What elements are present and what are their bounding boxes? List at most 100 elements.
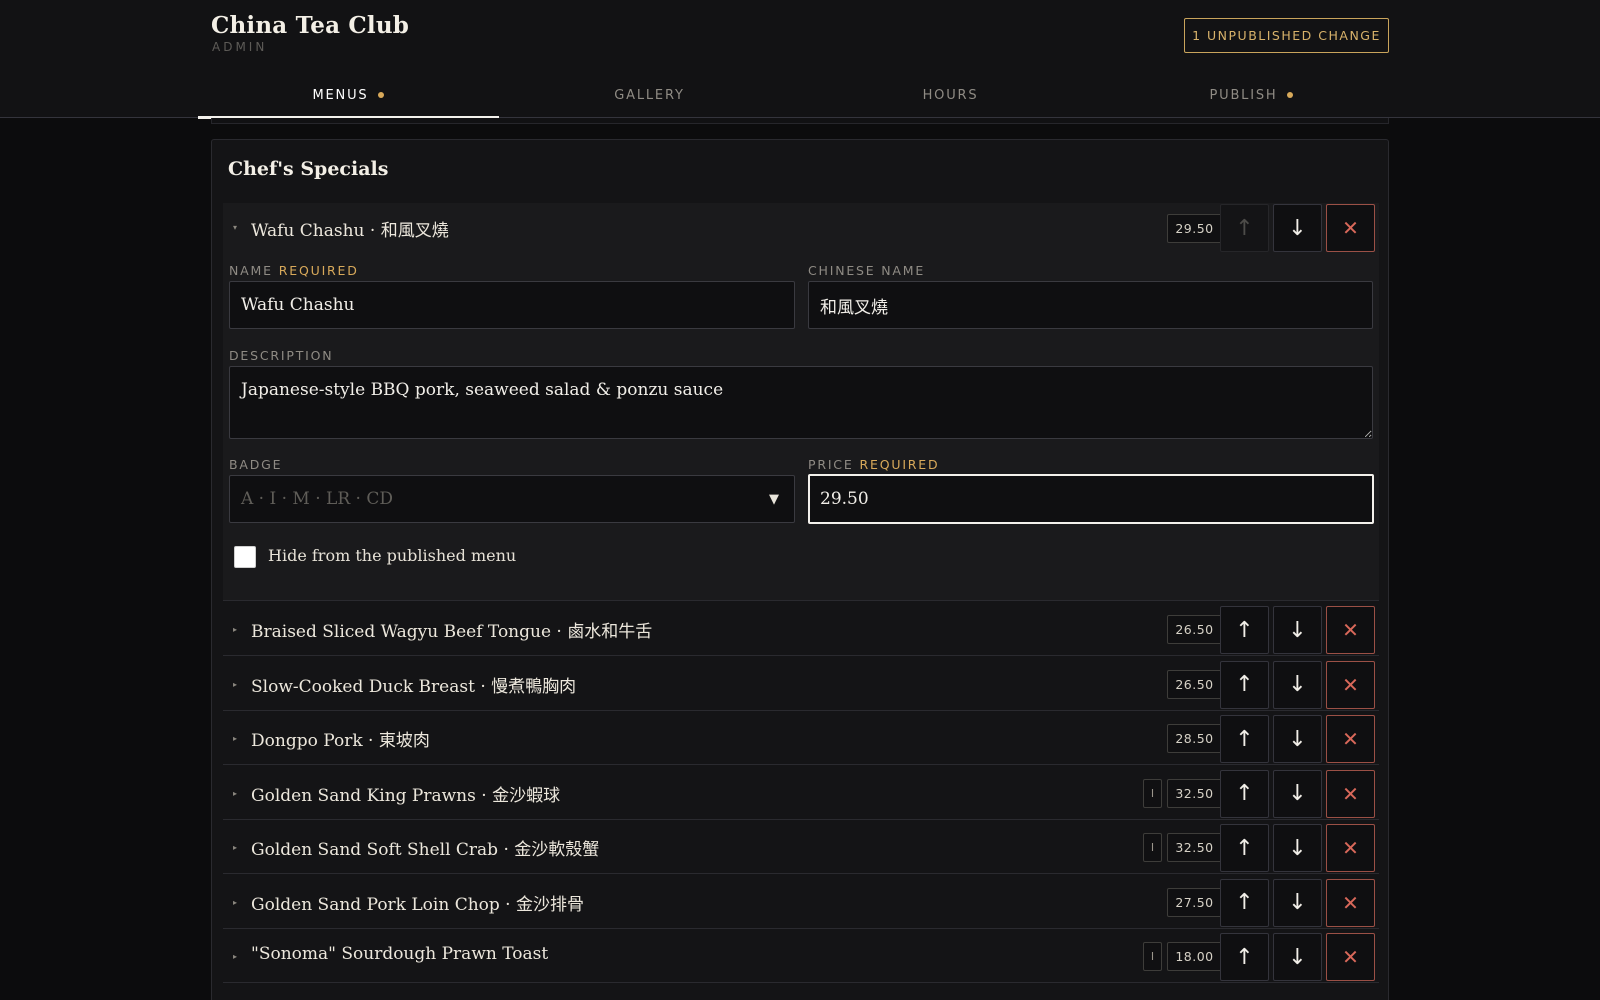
- menu-item-name[interactable]: "Sonoma" Sourdough Prawn Toast: [251, 944, 548, 964]
- arrow-up-icon: ↑: [1235, 781, 1254, 806]
- menu-item-name[interactable]: Slow-Cooked Duck Breast · 慢煮鴨胸肉: [251, 672, 576, 697]
- price-chip: 26.50: [1167, 669, 1222, 699]
- menu-item-name[interactable]: Braised Sliced Wagyu Beef Tongue · 鹵水和牛舌: [251, 617, 652, 642]
- price-label-text: PRICE: [808, 457, 854, 472]
- delete-item-button[interactable]: ✕: [1326, 715, 1375, 763]
- name-input[interactable]: [229, 281, 795, 329]
- menu-item-row[interactable]: ▸ "Sonoma" Sourdough Prawn Toast I 18.00 ↑ ↓ ✕: [223, 929, 1379, 983]
- menu-item-name[interactable]: Golden Sand King Prawns · 金沙蝦球: [251, 781, 560, 806]
- name-label-text: NAME: [229, 263, 273, 278]
- arrow-up-icon: ↑: [1235, 835, 1254, 861]
- caret-collapsed-icon[interactable]: ▸: [233, 898, 237, 907]
- description-textarea[interactable]: Japanese-style BBQ pork, seaweed salad &…: [229, 366, 1373, 439]
- menu-item-name[interactable]: Golden Sand Soft Shell Crab · 金沙軟殼蟹: [251, 835, 599, 860]
- move-down-button[interactable]: ↓: [1273, 769, 1322, 818]
- menu-item-name[interactable]: Dongpo Pork · 東坡肉: [251, 726, 430, 751]
- move-up-button[interactable]: ↑: [1220, 660, 1269, 709]
- badge-label: BADGE: [229, 457, 283, 472]
- move-up-button[interactable]: ↑: [1220, 933, 1269, 981]
- caret-collapsed-icon[interactable]: ▸: [233, 843, 237, 852]
- tab-bar: MENUS GALLERY HOURS PUBLISH: [198, 72, 1402, 119]
- delete-item-button[interactable]: ✕: [1326, 878, 1375, 927]
- menu-item-row[interactable]: ▸ Golden Sand King Prawns · 金沙蝦球 I 32.50 ↑ ↓ ✕: [223, 766, 1379, 820]
- price-chip: 32.50: [1167, 833, 1222, 862]
- price-label: PRICE REQUIRED: [808, 457, 939, 472]
- name-required-tag: REQUIRED: [278, 263, 359, 278]
- caret-expanded-icon[interactable]: ▾: [233, 223, 237, 232]
- arrow-down-icon: ↓: [1288, 672, 1307, 697]
- move-up-button[interactable]: ↑: [1220, 769, 1269, 818]
- move-down-button[interactable]: ↓: [1273, 824, 1322, 872]
- tab-publish-dot: [1287, 92, 1294, 98]
- arrow-up-icon: ↑: [1235, 617, 1254, 643]
- arrow-down-icon: ↓: [1288, 890, 1307, 915]
- price-chip: 29.50: [1167, 214, 1222, 243]
- price-chip: 26.50: [1167, 615, 1222, 644]
- delete-item-button[interactable]: ✕: [1326, 769, 1375, 818]
- expanded-menu-item: ▾ Wafu Chashu · 和風叉燒 29.50 ↑ ↓ ✕ NAME REQ…: [223, 203, 1379, 601]
- description-label: DESCRIPTION: [229, 348, 334, 363]
- tab-gallery-label: GALLERY: [614, 87, 685, 103]
- price-chip: 27.50: [1167, 887, 1222, 917]
- brand-subtitle: ADMIN: [212, 40, 268, 54]
- move-up-button[interactable]: ↑: [1220, 715, 1269, 763]
- caret-collapsed-icon[interactable]: ▸: [233, 734, 237, 743]
- chinese-name-input[interactable]: [808, 281, 1373, 329]
- move-up-button[interactable]: ↑: [1220, 204, 1269, 252]
- close-icon: ✕: [1342, 216, 1359, 240]
- arrow-up-icon: ↑: [1235, 726, 1254, 752]
- move-down-button[interactable]: ↓: [1273, 606, 1322, 654]
- menu-item-name[interactable]: Golden Sand Pork Loin Chop · 金沙排骨: [251, 890, 584, 915]
- unpublished-changes-button[interactable]: 1 UNPUBLISHED CHANGE: [1184, 18, 1389, 53]
- caret-collapsed-icon[interactable]: ▸: [233, 789, 237, 798]
- menu-section-chefs-specials: Chef's Specials ▾ Wafu Chashu · 和風叉燒 29.…: [211, 139, 1389, 1000]
- move-down-button[interactable]: ↓: [1273, 660, 1322, 709]
- arrow-down-icon: ↓: [1288, 835, 1307, 861]
- tab-publish[interactable]: PUBLISH: [1101, 72, 1402, 118]
- menu-item-row[interactable]: ▸ Slow-Cooked Duck Breast · 慢煮鴨胸肉 26.50 ↑ ↓ ✕: [223, 657, 1379, 711]
- delete-item-button[interactable]: ✕: [1326, 660, 1375, 709]
- move-up-button[interactable]: ↑: [1220, 606, 1269, 654]
- badge-chip: I: [1143, 778, 1162, 808]
- delete-item-button[interactable]: ✕: [1326, 933, 1375, 981]
- price-input[interactable]: [808, 474, 1374, 524]
- tab-gallery[interactable]: GALLERY: [499, 72, 800, 118]
- section-title: Chef's Specials: [228, 158, 389, 180]
- caret-collapsed-icon[interactable]: ▸: [233, 680, 237, 689]
- delete-item-button[interactable]: ✕: [1326, 606, 1375, 654]
- close-icon: ✕: [1342, 890, 1359, 915]
- arrow-down-icon: ↓: [1288, 726, 1307, 752]
- admin-header: China Tea Club ADMIN 1 UNPUBLISHED CHANG…: [0, 0, 1600, 119]
- tab-hours[interactable]: HOURS: [800, 72, 1101, 118]
- hide-from-menu-checkbox[interactable]: [234, 546, 256, 568]
- caret-collapsed-icon[interactable]: ▸: [233, 952, 237, 961]
- move-down-button[interactable]: ↓: [1273, 933, 1322, 981]
- menu-item-row[interactable]: ▸ Golden Sand Soft Shell Crab · 金沙軟殼蟹 I 32.…: [223, 820, 1379, 874]
- delete-item-button[interactable]: ✕: [1326, 204, 1375, 252]
- menu-item-row[interactable]: ▸ Golden Sand Pork Loin Chop · 金沙排骨 27.50 ↑…: [223, 875, 1379, 929]
- close-icon: ✕: [1342, 836, 1359, 860]
- move-up-button[interactable]: ↑: [1220, 878, 1269, 927]
- item-summary-name[interactable]: Wafu Chashu · 和風叉燒: [251, 216, 449, 241]
- tab-publish-label: PUBLISH: [1209, 87, 1278, 103]
- move-up-button[interactable]: ↑: [1220, 824, 1269, 872]
- move-down-button[interactable]: ↓: [1273, 878, 1322, 927]
- arrow-down-icon: ↓: [1288, 944, 1307, 970]
- tab-menus[interactable]: MENUS: [198, 72, 499, 119]
- move-down-button[interactable]: ↓: [1273, 715, 1322, 763]
- tab-menus-dot: [378, 92, 385, 98]
- caret-collapsed-icon[interactable]: ▸: [233, 625, 237, 634]
- hide-from-menu-label: Hide from the published menu: [268, 546, 517, 565]
- badge-chip: I: [1143, 942, 1162, 971]
- arrow-up-icon: ↑: [1235, 890, 1254, 915]
- menu-item-row[interactable]: ▸ Dongpo Pork · 東坡肉 28.50 ↑ ↓ ✕: [223, 711, 1379, 765]
- delete-item-button[interactable]: ✕: [1326, 824, 1375, 872]
- previous-section-edge: [211, 118, 1389, 124]
- badge-select[interactable]: A · I · M · LR · CD ▼: [229, 475, 795, 523]
- close-icon: ✕: [1342, 618, 1359, 642]
- badge-chip: I: [1143, 833, 1162, 862]
- menu-item-row[interactable]: ▸ Braised Sliced Wagyu Beef Tongue · 鹵水和牛…: [223, 602, 1379, 656]
- move-down-button[interactable]: ↓: [1273, 204, 1322, 252]
- arrow-up-icon: ↑: [1235, 672, 1254, 697]
- arrow-down-icon: ↓: [1288, 617, 1307, 643]
